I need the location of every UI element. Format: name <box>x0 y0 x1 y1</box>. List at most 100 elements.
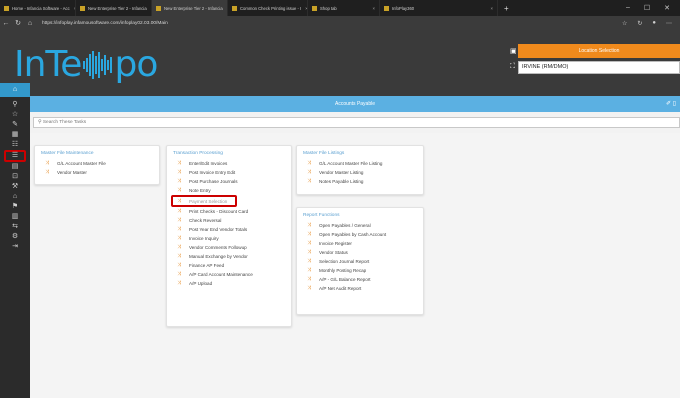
orders-icon[interactable]: ⊡ <box>0 172 30 182</box>
task-label: Post Invoice Entry Edit <box>189 170 236 175</box>
menu-icon[interactable]: ⋯ <box>666 20 672 27</box>
browser-tab[interactable]: Home - Infancia Software - Acc × <box>0 0 76 16</box>
bookmark-icon[interactable]: ☆ <box>622 20 627 27</box>
browser-tab[interactable]: Common Check Printing issue - I × <box>228 0 308 16</box>
sidebar-home-icon[interactable]: ⌂ <box>0 83 30 97</box>
task-link[interactable]: ⤨ Post Purchase Journals <box>167 177 291 186</box>
search-input[interactable]: ⚲ Search These Tasks <box>33 117 680 128</box>
tab-label: InfoPlay360 <box>392 5 415 11</box>
document-icon[interactable]: ▥ <box>0 212 30 222</box>
task-label: Invoice Register <box>319 241 352 246</box>
task-link[interactable]: ⤨ G/L Account Master File Listing <box>297 159 423 168</box>
location-selection[interactable]: Location Selection IRVINE (RM/DMO) <box>518 44 680 77</box>
browser-tab-bar: Home - Infancia Software - Acc × New Enter… <box>0 0 680 16</box>
task-label: Post Year End Vendor Totals <box>189 227 248 232</box>
task-area: Master File Maintenance ⤨ G/L Account Mast… <box>30 133 680 398</box>
task-shuffle-icon: ⤨ <box>45 160 50 166</box>
task-label: Payment Selection <box>189 198 228 204</box>
tools-icon[interactable]: ✎ <box>0 120 30 130</box>
url-field[interactable]: https://infoplay.infamousoftware.com/inf… <box>42 21 168 26</box>
task-link[interactable]: ⤨ A/P Net Audit Report <box>297 284 423 293</box>
task-link[interactable]: ⤨ Post Invoice Entry Edit <box>167 168 291 177</box>
new-tab-button[interactable]: + <box>498 4 515 13</box>
task-shuffle-icon: ⤨ <box>177 262 182 268</box>
task-link[interactable]: ⤨ Print Checks - Discount Card <box>167 207 291 216</box>
task-link[interactable]: ⤨ Open Payables / General <box>297 221 423 230</box>
location-select[interactable]: IRVINE (RM/DMO) <box>518 61 680 74</box>
wrench-icon[interactable]: ⚒ <box>0 182 30 192</box>
task-shuffle-icon: ⤨ <box>307 231 312 237</box>
tab-close-icon[interactable]: × <box>301 6 307 11</box>
task-link[interactable]: ⤨ Manual Exchange by Vendor <box>167 252 291 261</box>
task-link[interactable]: ⤨ Notes Payable Listing <box>297 177 423 186</box>
task-link[interactable]: ⤨ Selection Journal Report <box>297 257 423 266</box>
task-link[interactable]: ⤨ A/P Card Account Maintenance <box>167 270 291 279</box>
browser-tab[interactable]: New Enterprise Tier 2 - Infancia× <box>76 0 152 16</box>
task-shuffle-icon: ⤨ <box>307 285 312 291</box>
browser-tab[interactable]: InfoPlay360 × <box>380 0 498 16</box>
settings-icon[interactable]: ⚙ <box>0 232 30 242</box>
window-icon[interactable]: ▣ <box>510 47 517 55</box>
tab-favicon-icon <box>156 5 161 11</box>
task-link[interactable]: ⤨ Vendor Master <box>35 168 159 177</box>
task-link[interactable]: ⤨ A/P - G/L Balance Report <box>297 275 423 284</box>
task-label: Monthly Posting Recap <box>319 268 367 273</box>
task-link[interactable]: ⤨ Vendor Status <box>297 248 423 257</box>
tab-close-icon[interactable]: × <box>369 6 375 11</box>
task-link[interactable]: ⤨ Vendor Master Listing <box>297 168 423 177</box>
tab-favicon-icon <box>384 5 389 11</box>
task-label: Invoice Inquiry <box>189 236 219 241</box>
task-link[interactable]: ⤨ Invoice Register <box>297 239 423 248</box>
task-link[interactable]: ⤨ Vendor Comments Followup <box>167 243 291 252</box>
task-shuffle-icon: ⤨ <box>177 217 182 223</box>
browser-tab[interactable]: Shop tab × <box>308 0 380 16</box>
task-shuffle-icon: ⤨ <box>177 187 182 193</box>
task-link[interactable]: ⤨ Post Year End Vendor Totals <box>167 225 291 234</box>
search-row: ⚲ Search These Tasks <box>30 112 680 133</box>
star-icon[interactable]: ☆ <box>0 110 30 120</box>
task-label: Check Reversal <box>189 218 222 223</box>
close-icon[interactable]: ✕ <box>664 4 670 12</box>
calculator-icon[interactable]: ▦ <box>0 130 30 140</box>
task-shuffle-icon: ⤨ <box>307 267 312 273</box>
chart-icon[interactable]: ⇆ <box>0 222 30 232</box>
search-icon[interactable]: ⚲ <box>0 100 30 110</box>
task-label: Vendor Master Listing <box>319 170 364 175</box>
money-icon[interactable]: ☰ <box>4 150 26 162</box>
logout-icon[interactable]: ⇥ <box>0 242 30 252</box>
maximize-icon[interactable]: ☐ <box>644 4 650 12</box>
card-transaction-processing: Transaction Processing ⤨ Enter/Edit Invoic… <box>166 145 292 327</box>
tab-close-icon[interactable]: × <box>487 6 493 11</box>
users-icon[interactable]: ☷ <box>0 140 30 150</box>
expand-icon[interactable]: ⛶ <box>510 63 515 71</box>
task-shuffle-icon: ⤨ <box>177 271 182 277</box>
task-link[interactable]: ⤨ Check Reversal <box>167 216 291 225</box>
inventory-icon[interactable]: ▤ <box>0 162 30 172</box>
profile-icon[interactable]: ● <box>652 20 656 27</box>
task-label: G/L Account Master File Listing <box>319 161 383 166</box>
reload-icon[interactable]: ↻ <box>12 19 24 27</box>
task-link[interactable]: ⤨ A/P Upload <box>167 279 291 288</box>
task-link[interactable]: ⤨ Payment Selection <box>171 195 237 207</box>
minimize-icon[interactable]: – <box>626 4 630 12</box>
task-label: Post Purchase Journals <box>189 179 238 184</box>
task-label: A/P - G/L Balance Report <box>319 277 371 282</box>
task-link[interactable]: ⤨ Enter/Edit Invoices <box>167 159 291 168</box>
task-link[interactable]: ⤨ G/L Account Master File <box>35 159 159 168</box>
shipping-icon[interactable]: ⚑ <box>0 202 30 212</box>
task-link[interactable]: ⤨ Open Payables by Cash Account <box>297 230 423 239</box>
bank-icon[interactable]: ⌂ <box>0 192 30 202</box>
page-title: Accounts Payable ✐ ▯ <box>30 96 680 112</box>
task-link[interactable]: ⤨ Monthly Posting Recap <box>297 266 423 275</box>
browser-tab[interactable]: New Enterprise Tier 2 - Infancia× <box>152 0 228 16</box>
home-icon[interactable]: ⌂ <box>24 20 36 27</box>
task-link[interactable]: ⤨ Note Entry <box>167 186 291 195</box>
task-link[interactable]: ⤨ Invoice Inquiry <box>167 234 291 243</box>
card-master-file-listings: Master File Listings ⤨ G/L Account Master … <box>296 145 424 195</box>
refresh-icon[interactable]: ↻ <box>637 20 642 27</box>
panel-icon[interactable]: ▯ <box>673 101 676 107</box>
task-link[interactable]: ⤨ Finance AP Feed <box>167 261 291 270</box>
task-label: Enter/Edit Invoices <box>189 161 228 166</box>
back-icon[interactable]: ← <box>0 20 12 27</box>
pin-icon[interactable]: ✐ <box>666 101 671 107</box>
